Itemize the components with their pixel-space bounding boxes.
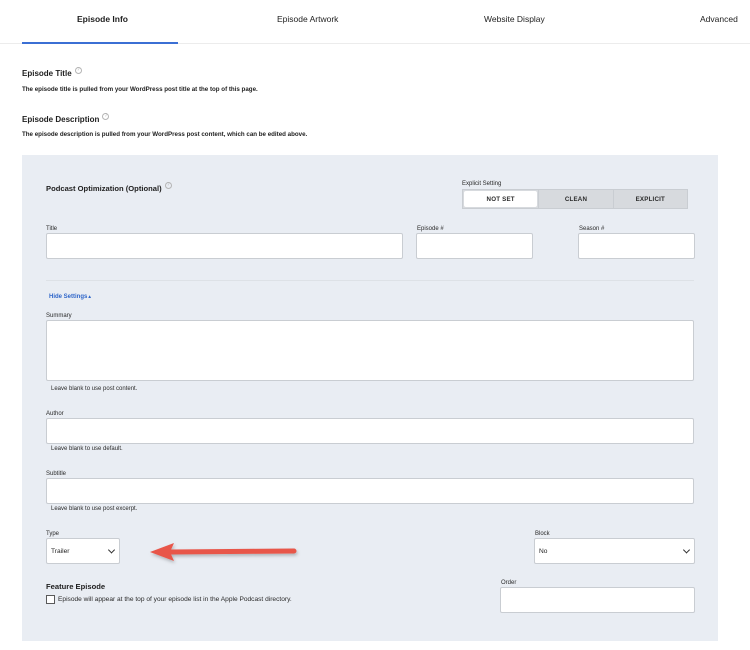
feature-episode-heading: Feature Episode <box>46 582 106 591</box>
tab-bar: Episode Info Episode Artwork Website Dis… <box>0 0 750 44</box>
episode-number-label: Episode # <box>417 226 444 232</box>
help-icon[interactable]: ? <box>102 113 110 120</box>
block-select[interactable]: No <box>534 538 695 564</box>
podcast-optimization-title: Podcast Optimization (Optional) <box>46 184 162 193</box>
order-label: Order <box>501 580 517 586</box>
explicit-not-set-button[interactable]: NOT SET <box>464 191 538 207</box>
subtitle-label: Subtitle <box>46 471 67 477</box>
hide-settings-label: Hide Settings <box>49 294 88 300</box>
explicit-clean-button[interactable]: CLEAN <box>538 190 612 208</box>
podcast-optimization-panel <box>22 155 718 641</box>
caret-up-icon: ▴ <box>88 294 91 300</box>
hide-settings-link[interactable]: Hide Settings▴ <box>49 294 91 300</box>
explicit-setting-label: Explicit Setting <box>462 181 502 187</box>
feature-episode-checkbox[interactable] <box>46 595 55 604</box>
chevron-down-icon <box>107 546 116 554</box>
help-icon[interactable]: ? <box>74 67 82 74</box>
title-field-label: Title <box>46 226 58 232</box>
red-arrow-icon <box>150 543 297 561</box>
type-select-value: Trailer <box>51 547 70 555</box>
subtitle-help-text: Leave blank to use post excerpt. <box>51 506 138 512</box>
section-divider <box>46 280 694 281</box>
episode-title-note: The episode title is pulled from your Wo… <box>22 86 258 93</box>
tab-advanced[interactable]: Advanced <box>700 14 738 24</box>
summary-textarea[interactable] <box>46 320 694 381</box>
explicit-setting-toggle: NOT SET CLEAN EXPLICIT <box>462 189 688 209</box>
chevron-down-icon <box>682 546 691 554</box>
subtitle-input[interactable] <box>46 478 694 504</box>
summary-label: Summary <box>46 313 72 319</box>
title-input[interactable] <box>46 233 403 259</box>
block-select-value: No <box>539 547 548 555</box>
active-tab-indicator <box>22 42 178 44</box>
order-input[interactable] <box>500 587 695 613</box>
season-number-label: Season # <box>579 226 605 232</box>
tab-website-display[interactable]: Website Display <box>484 14 545 24</box>
episode-title-heading: Episode Title? <box>22 67 82 78</box>
type-label: Type <box>46 531 60 537</box>
author-input[interactable] <box>46 418 694 444</box>
episode-title-label: Episode Title <box>22 69 72 78</box>
help-icon[interactable]: ? <box>164 182 172 189</box>
episode-description-heading: Episode Description? <box>22 113 110 124</box>
tab-episode-artwork[interactable]: Episode Artwork <box>277 14 338 24</box>
block-label: Block <box>535 531 550 537</box>
explicit-explicit-button[interactable]: EXPLICIT <box>612 190 687 208</box>
author-label: Author <box>46 411 64 417</box>
podcast-optimization-heading: Podcast Optimization (Optional)? <box>46 182 172 193</box>
episode-description-note: The episode description is pulled from y… <box>22 131 308 138</box>
author-help-text: Leave blank to use default. <box>51 446 123 452</box>
episode-description-label: Episode Description <box>22 115 100 124</box>
summary-help-text: Leave blank to use post content. <box>51 386 138 392</box>
episode-number-input[interactable] <box>416 233 533 259</box>
tab-episode-info[interactable]: Episode Info <box>77 14 128 24</box>
season-number-input[interactable] <box>578 233 695 259</box>
type-select[interactable]: Trailer <box>46 538 120 564</box>
feature-episode-checkbox-label[interactable]: Episode will appear at the top of your e… <box>58 596 292 603</box>
